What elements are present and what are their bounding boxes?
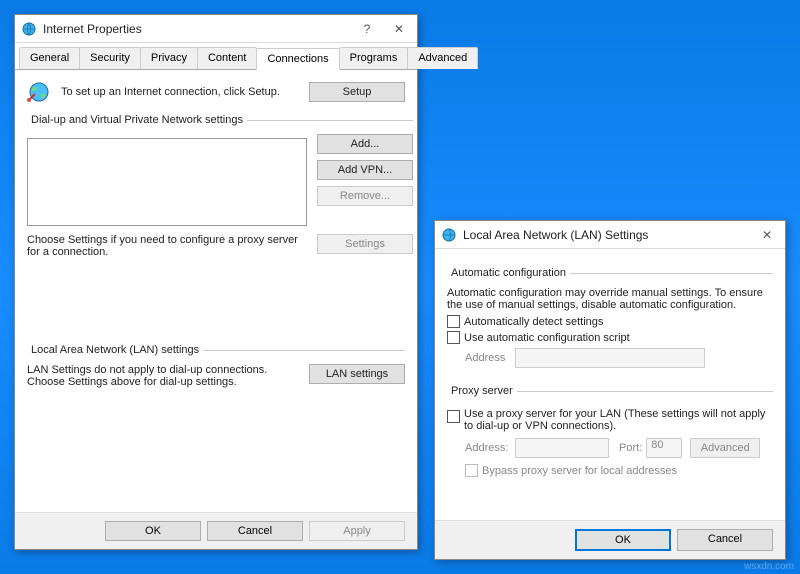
tab-programs[interactable]: Programs — [339, 47, 409, 69]
tab-privacy[interactable]: Privacy — [140, 47, 198, 69]
internet-icon — [21, 21, 37, 37]
auto-script-checkbox[interactable] — [447, 331, 460, 344]
proxy-use-label: Use a proxy server for your LAN (These s… — [464, 408, 773, 432]
lan-fieldset: Local Area Network (LAN) settings LAN Se… — [27, 344, 405, 388]
dialup-legend: Dial-up and Virtual Private Network sett… — [27, 114, 247, 126]
window-title: Internet Properties — [43, 22, 351, 36]
lan-window-title: Local Area Network (LAN) Settings — [463, 228, 751, 242]
tab-content[interactable]: Content — [197, 47, 258, 69]
auto-script-label: Use automatic configuration script — [464, 332, 630, 344]
proxy-legend: Proxy server — [447, 385, 517, 397]
close-button[interactable]: ✕ — [383, 17, 415, 41]
settings-button: Settings — [317, 234, 413, 254]
auto-config-desc: Automatic configuration may override man… — [447, 287, 773, 311]
lan-cancel-button[interactable]: Cancel — [677, 529, 773, 551]
bypass-checkbox — [465, 464, 478, 477]
titlebar: Internet Properties ? ✕ — [15, 15, 417, 43]
bypass-label: Bypass proxy server for local addresses — [482, 465, 677, 477]
proxy-address-label: Address: — [465, 442, 515, 454]
setup-button[interactable]: Setup — [309, 82, 405, 102]
tab-strip: General Security Privacy Content Connect… — [15, 43, 417, 70]
lan-ok-button[interactable]: OK — [575, 529, 671, 551]
proxy-port-input: 80 — [646, 438, 682, 458]
auto-detect-label: Automatically detect settings — [464, 316, 603, 328]
tab-security[interactable]: Security — [79, 47, 141, 69]
tab-advanced[interactable]: Advanced — [407, 47, 478, 69]
add-button[interactable]: Add... — [317, 134, 413, 154]
auto-config-legend: Automatic configuration — [447, 267, 570, 279]
auto-detect-checkbox[interactable] — [447, 315, 460, 328]
lan-dialog-buttons: OK Cancel — [435, 520, 785, 559]
proxy-advanced-button: Advanced — [690, 438, 760, 458]
tab-connections[interactable]: Connections — [256, 48, 339, 70]
lan-hint: LAN Settings do not apply to dial-up con… — [27, 364, 299, 388]
setup-text: To set up an Internet connection, click … — [61, 86, 299, 98]
auto-config-fieldset: Automatic configuration Automatic config… — [447, 267, 773, 371]
lan-settings-button[interactable]: LAN settings — [309, 364, 405, 384]
tab-general[interactable]: General — [19, 47, 80, 69]
apply-button: Apply — [309, 521, 405, 541]
lan-settings-window: Local Area Network (LAN) Settings ✕ Auto… — [434, 220, 786, 560]
dialog-buttons: OK Cancel Apply — [15, 512, 417, 549]
proxy-address-input — [515, 438, 609, 458]
help-button[interactable]: ? — [351, 17, 383, 41]
internet-properties-window: Internet Properties ? ✕ General Security… — [14, 14, 418, 550]
proxy-hint: Choose Settings if you need to configure… — [27, 234, 307, 258]
remove-button: Remove... — [317, 186, 413, 206]
lan-legend: Local Area Network (LAN) settings — [27, 344, 203, 356]
add-vpn-button[interactable]: Add VPN... — [317, 160, 413, 180]
proxy-port-label: Port: — [619, 442, 642, 454]
lan-titlebar: Local Area Network (LAN) Settings ✕ — [435, 221, 785, 249]
script-address-input — [515, 348, 705, 368]
cancel-button[interactable]: Cancel — [207, 521, 303, 541]
watermark: wsxdn.com — [744, 561, 794, 572]
lan-close-button[interactable]: ✕ — [751, 223, 783, 247]
proxy-use-checkbox[interactable] — [447, 410, 460, 423]
globe-icon — [441, 227, 457, 243]
proxy-fieldset: Proxy server Use a proxy server for your… — [447, 385, 773, 480]
globe-icon — [27, 80, 51, 104]
dialup-list[interactable] — [27, 138, 307, 226]
ok-button[interactable]: OK — [105, 521, 201, 541]
dialup-fieldset: Dial-up and Virtual Private Network sett… — [27, 114, 413, 258]
script-address-label: Address — [465, 352, 515, 364]
